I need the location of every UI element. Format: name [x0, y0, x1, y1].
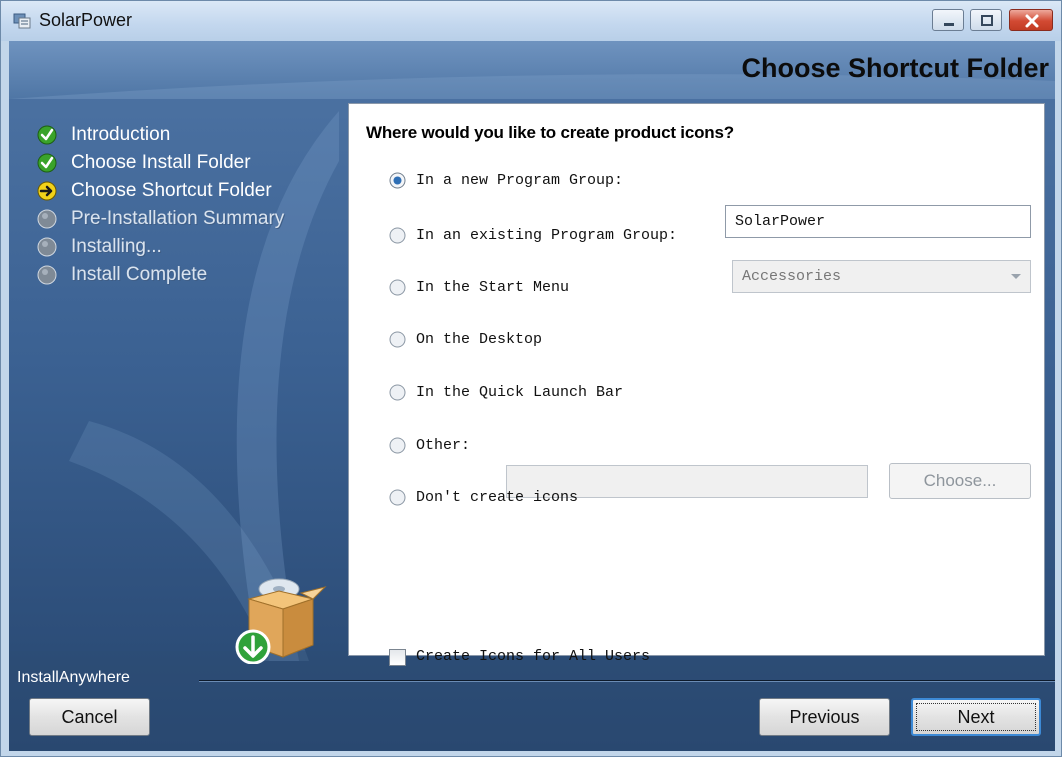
- option-label: In an existing Program Group:: [416, 227, 678, 244]
- radio-unselected-icon[interactable]: [389, 489, 406, 506]
- question-heading: Where would you like to create product i…: [366, 123, 734, 142]
- minimize-icon: [944, 23, 954, 26]
- choose-button[interactable]: Choose...: [889, 463, 1031, 499]
- radio-unselected-icon[interactable]: [389, 437, 406, 454]
- app-icon: [13, 13, 31, 29]
- maximize-icon: [981, 15, 993, 26]
- gray-circle-icon: [37, 265, 57, 285]
- gray-circle-icon: [37, 209, 57, 229]
- close-button[interactable]: [1009, 9, 1053, 31]
- focus-ring: [916, 703, 1036, 731]
- next-button[interactable]: Next: [911, 698, 1041, 736]
- gray-circle-icon: [37, 237, 57, 257]
- close-icon: [1025, 14, 1039, 28]
- options-panel: Where would you like to create product i…: [348, 103, 1045, 666]
- radio-selected-icon[interactable]: [389, 172, 406, 189]
- step-label: Choose Shortcut Folder: [71, 180, 272, 201]
- cancel-button[interactable]: Cancel: [29, 698, 150, 736]
- step-label: Pre-Installation Summary: [71, 208, 285, 229]
- arrow-right-circle-icon: [37, 181, 57, 201]
- step-label: Installing...: [71, 236, 162, 257]
- step-label: Introduction: [71, 124, 171, 145]
- install-box-illustration: [235, 578, 327, 664]
- option-label: In a new Program Group:: [416, 172, 624, 189]
- step-label: Choose Install Folder: [71, 152, 251, 173]
- maximize-button[interactable]: [970, 9, 1002, 31]
- radio-unselected-icon[interactable]: [389, 279, 406, 296]
- radio-unselected-icon[interactable]: [389, 331, 406, 348]
- title-bar[interactable]: SolarPower: [1, 1, 1061, 41]
- radio-unselected-icon[interactable]: [389, 384, 406, 401]
- all-users-checkbox[interactable]: [389, 649, 406, 666]
- brand-divider: [199, 680, 1055, 682]
- option-label: Don't create icons: [416, 489, 579, 506]
- check-circle-icon: [37, 125, 57, 145]
- option-label: Other:: [416, 437, 471, 454]
- installer-body: Choose Shortcut Folder Introduction Choo…: [9, 41, 1055, 751]
- page-title: Choose Shortcut Folder: [741, 53, 1049, 83]
- new-program-group-input[interactable]: SolarPower: [725, 205, 1031, 238]
- existing-program-group-select[interactable]: Accessories: [732, 260, 1031, 293]
- option-label: On the Desktop: [416, 331, 543, 348]
- select-value: Accessories: [742, 268, 842, 285]
- chevron-down-icon: [1011, 274, 1021, 279]
- option-label: In the Start Menu: [416, 279, 570, 296]
- installanywhere-brand: InstallAnywhere: [17, 669, 130, 686]
- all-users-label: Create Icons for All Users: [416, 648, 651, 665]
- option-label: In the Quick Launch Bar: [416, 384, 624, 401]
- radio-unselected-icon[interactable]: [389, 227, 406, 244]
- installer-window: SolarPower Choose Shortcut Folder Introd…: [0, 0, 1062, 757]
- previous-button[interactable]: Previous: [759, 698, 890, 736]
- check-circle-icon: [37, 153, 57, 173]
- window-title: SolarPower: [39, 10, 133, 30]
- minimize-button[interactable]: [932, 9, 964, 31]
- step-label: Install Complete: [71, 264, 208, 285]
